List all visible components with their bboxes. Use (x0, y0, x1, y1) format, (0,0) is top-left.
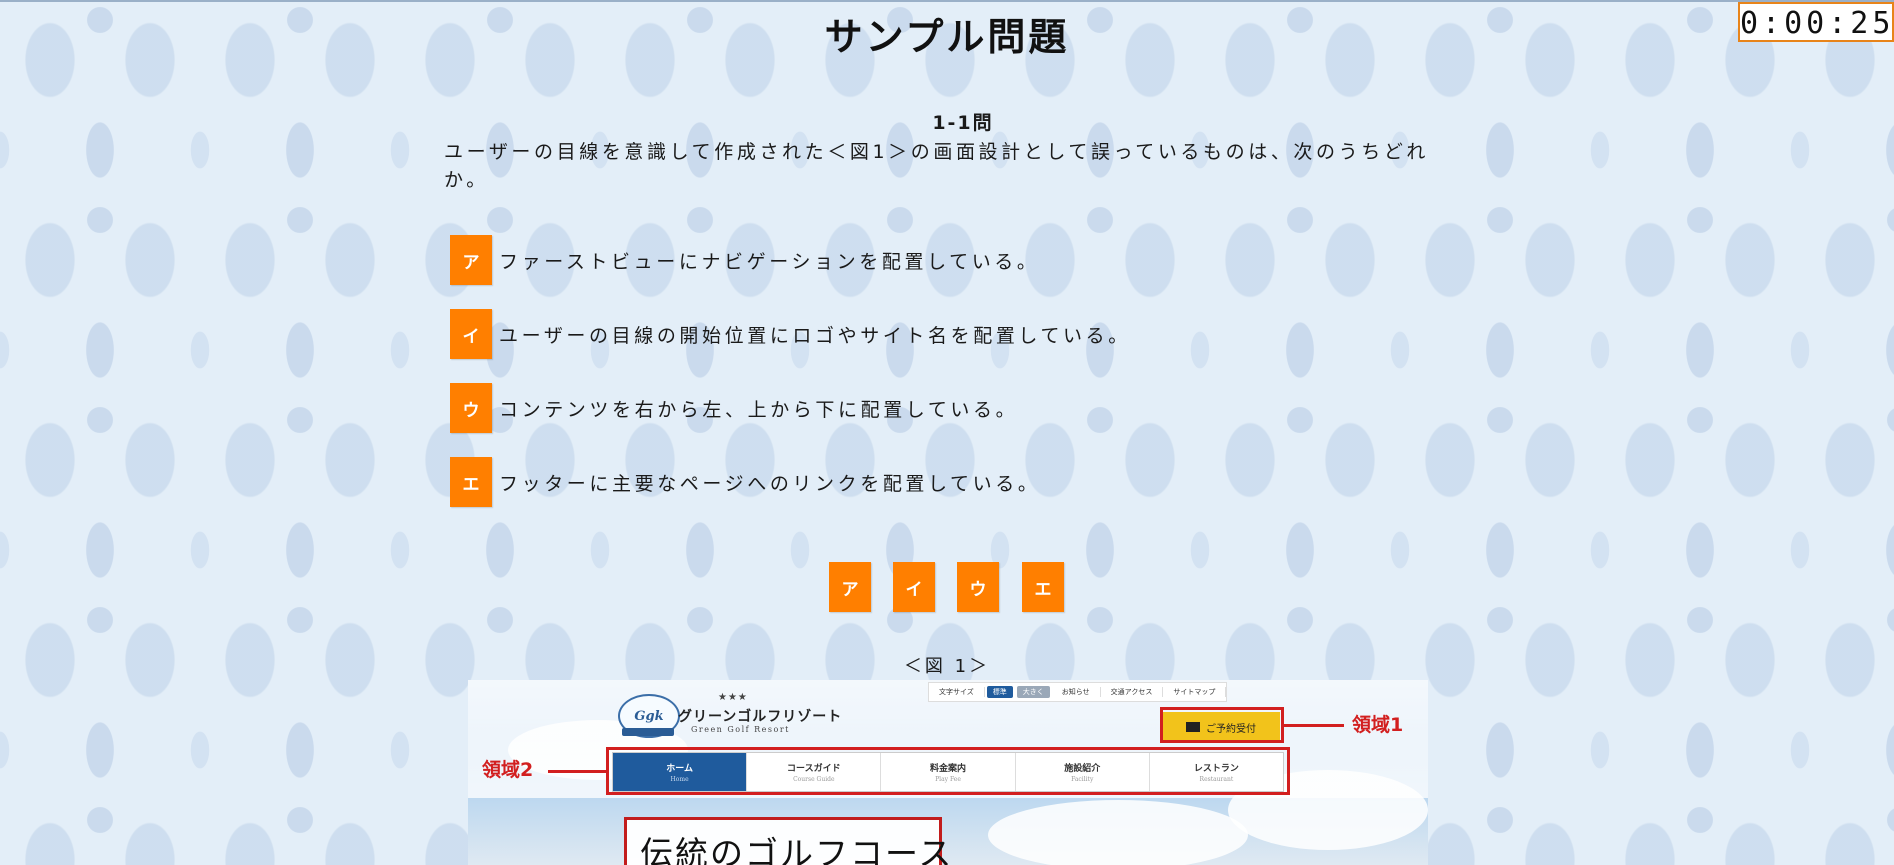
annotation-box-area1 (1160, 707, 1284, 743)
answer-button-u[interactable]: ウ (957, 562, 999, 612)
util-link-sitemap: サイトマップ (1163, 687, 1227, 697)
font-size-standard: 標準 (986, 686, 1013, 698)
annotation-line-area1 (1284, 724, 1344, 727)
utility-nav: 文字サイズ 標準 大きく お知らせ 交通アクセス サイトマップ (928, 682, 1228, 702)
util-link-news: お知らせ (1052, 687, 1101, 697)
option-text: ファーストビューにナビゲーションを配置している。 (499, 250, 1040, 273)
site-subtitle: Green Golf Resort (691, 725, 790, 734)
option-badge: ウ (450, 383, 492, 433)
figure-caption: ＜図 1＞ (903, 656, 991, 677)
font-size-large: 大きく (1016, 686, 1050, 698)
page-title: サンプル問題 (824, 15, 1070, 59)
option-text: フッターに主要なページへのリンクを配置している。 (499, 472, 1041, 495)
annotation-line-area2 (548, 770, 606, 773)
option-text: コンテンツを右から左、上から下に配置している。 (499, 398, 1019, 421)
option-badge: イ (450, 309, 492, 359)
logo-ribbon (622, 728, 674, 736)
util-link-access: 交通アクセス (1101, 687, 1164, 697)
option-a[interactable]: ア ファーストビューにナビゲーションを配置している。 (450, 235, 1040, 285)
option-badge: ア (450, 235, 492, 285)
site-stars: ★★★ (718, 692, 748, 703)
option-text: ユーザーの目線の開始位置にロゴやサイト名を配置している。 (499, 324, 1131, 347)
option-u[interactable]: ウ コンテンツを右から左、上から下に配置している。 (450, 383, 1018, 433)
answer-button-e[interactable]: エ (1022, 562, 1064, 612)
question-text: ユーザーの目線を意識して作成された＜図1＞の画面設計として誤っているものは、次の… (444, 141, 1430, 191)
site-name: グリーンゴルフリゾート (678, 709, 843, 725)
question-number: 1-1問 (932, 112, 994, 134)
option-i[interactable]: イ ユーザーの目線の開始位置にロゴやサイト名を配置している。 (450, 309, 1131, 359)
cloud (988, 800, 1248, 865)
answer-button-i[interactable]: イ (893, 562, 935, 612)
hero-text: 伝統のゴルフコース (640, 834, 954, 865)
option-e[interactable]: エ フッターに主要なページへのリンクを配置している。 (450, 457, 1040, 507)
option-badge: エ (450, 457, 492, 507)
annotation-label-area1: 領域1 (1352, 714, 1404, 736)
figure-screenshot: Ggk ★★★ グリーンゴルフリゾート Green Golf Resort 文字… (468, 680, 1428, 865)
top-border (0, 0, 1894, 2)
answer-button-a[interactable]: ア (829, 562, 871, 612)
font-size-label: 文字サイズ (929, 687, 985, 697)
annotation-label-area2: 領域2 (482, 759, 534, 781)
timer: 0:00:25 (1738, 2, 1894, 42)
annotation-box-area2 (606, 747, 1290, 795)
